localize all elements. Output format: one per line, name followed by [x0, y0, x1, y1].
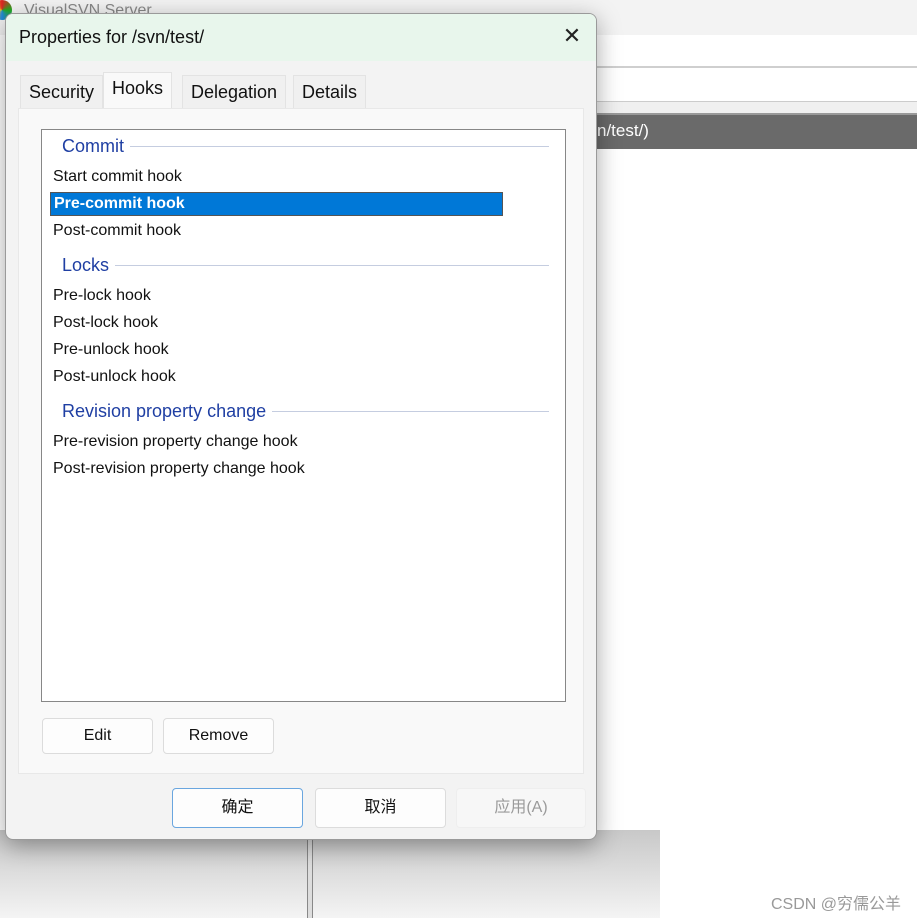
remove-button[interactable]: Remove	[163, 718, 274, 754]
tab-details[interactable]: Details	[293, 75, 367, 109]
close-icon[interactable]: ✕	[559, 23, 585, 49]
background-path-text: n/test/)	[597, 121, 649, 140]
background-toolbar-2	[597, 70, 917, 102]
list-item[interactable]: Post-unlock hook	[50, 365, 176, 389]
background-path-header: n/test/)	[597, 113, 917, 149]
group-revprop: Revision property change	[62, 401, 549, 422]
group-locks: Locks	[62, 255, 549, 276]
background-splitter[interactable]	[307, 838, 313, 918]
list-item[interactable]: Post-lock hook	[50, 311, 158, 335]
apply-button[interactable]: 应用(A)	[456, 788, 586, 828]
divider	[272, 411, 549, 412]
divider	[130, 146, 549, 147]
tab-delegation[interactable]: Delegation	[182, 75, 287, 109]
tab-security[interactable]: Security	[20, 75, 104, 109]
dialog-shadow	[0, 830, 660, 918]
background-toolbar	[597, 35, 917, 68]
list-item[interactable]: Post-revision property change hook	[50, 457, 305, 481]
dialog-title: Properties for /svn/test/	[19, 27, 205, 47]
list-item[interactable]: Pre-unlock hook	[50, 338, 169, 362]
list-item[interactable]: Start commit hook	[50, 165, 182, 189]
list-item-selected[interactable]: Pre-commit hook	[50, 192, 503, 216]
list-item[interactable]: Pre-lock hook	[50, 284, 151, 308]
divider	[115, 265, 549, 266]
hooks-panel: Commit Start commit hook Pre-commit hook…	[18, 108, 584, 774]
properties-dialog: Properties for /svn/test/ ✕ Security Hoo…	[5, 13, 597, 840]
list-item[interactable]: Pre-revision property change hook	[50, 430, 298, 454]
group-commit: Commit	[62, 136, 549, 157]
group-label: Commit	[62, 136, 124, 156]
group-label: Locks	[62, 255, 110, 275]
tab-hooks[interactable]: Hooks	[103, 72, 173, 109]
edit-button[interactable]: Edit	[42, 718, 153, 754]
background-strip	[597, 102, 917, 113]
ok-button[interactable]: 确定	[172, 788, 303, 828]
cancel-button[interactable]: 取消	[315, 788, 446, 828]
list-item[interactable]: Post-commit hook	[50, 219, 181, 243]
group-label: Revision property change	[62, 401, 267, 421]
watermark: CSDN @穷儒公羊	[770, 896, 901, 913]
hooks-list[interactable]: Commit Start commit hook Pre-commit hook…	[41, 129, 566, 702]
